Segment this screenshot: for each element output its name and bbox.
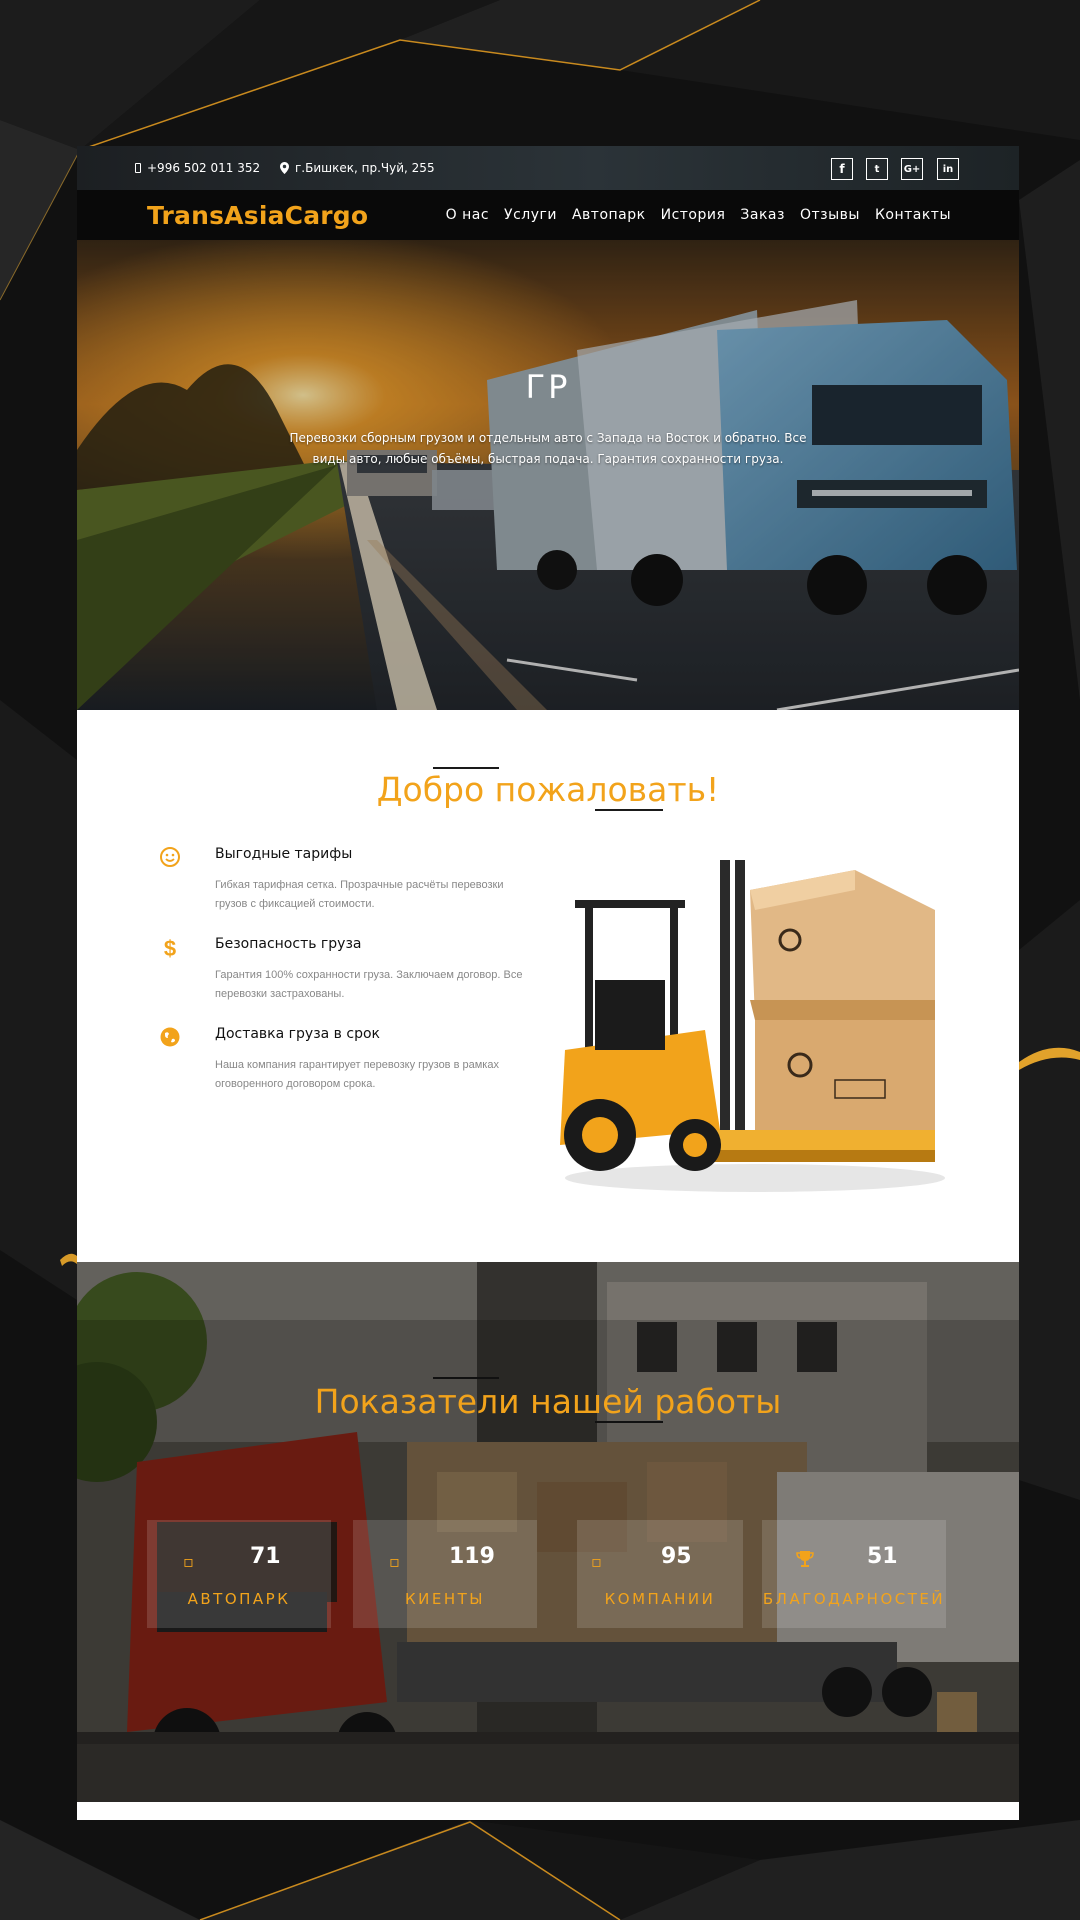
companies-icon: ▫ [591,1552,602,1571]
feature-text: Гибкая тарифная сетка. Прозрачные расчёт… [215,879,504,910]
feature-item: $ Безопасность груза Гарантия 100% сохра… [157,936,527,1016]
hero-title: ГР [525,368,571,406]
clients-icon: ▫ [389,1552,400,1571]
nav-item-order[interactable]: Заказ [740,207,785,223]
title-rule-bottom [595,1421,663,1423]
main-navbar: TransAsiaCargo О нас Услуги Автопарк Ист… [77,190,1019,240]
title-rule-bottom [595,809,663,811]
stat-value: 71 [250,1544,281,1569]
map-marker-icon [280,162,289,174]
feature-item: Доставка груза в срок Наша компания гара… [157,1026,527,1106]
top-bar: +996 502 011 352 г.Бишкек, пр.Чуй, 255 f… [77,146,1019,190]
facebook-icon[interactable]: f [831,158,853,180]
phone-contact[interactable]: +996 502 011 352 [135,146,260,190]
feature-title: Безопасность груза [215,936,362,952]
google-plus-icon[interactable]: G+ [901,158,923,180]
hero-description: Перевозки сборным грузом и отдельным авт… [289,431,807,466]
feature-text: Наша компания гарантирует перевозку груз… [215,1059,499,1090]
hero-trucks-image [77,240,1019,710]
stat-card: ▫ 119 КИЕНТЫ [353,1520,537,1628]
feature-title: Выгодные тарифы [215,846,353,862]
stats-title: Показатели нашей работы [314,1382,782,1421]
stats-section: Показатели нашей работы ▫ 71 АВТОПАРК ▫ … [77,1262,1019,1802]
globe-icon [157,1026,183,1052]
footer-strip [77,1802,1019,1820]
site-logo[interactable]: TransAsiaCargo [147,201,368,230]
address-text: г.Бишкек, пр.Чуй, 255 [295,161,435,175]
stat-card: 51 БЛАГОДАРНОСТЕЙ [762,1520,946,1628]
stat-label: АВТОПАРК [187,1590,291,1608]
stat-card: ▫ 95 КОМПАНИИ [577,1520,743,1628]
nav-item-services[interactable]: Услуги [504,207,557,223]
address-contact: г.Бишкек, пр.Чуй, 255 [280,146,435,190]
feature-item: Выгодные тарифы Гибкая тарифная сетка. П… [157,846,527,926]
stat-label: БЛАГОДАРНОСТЕЙ [762,1590,946,1608]
stat-value: 95 [661,1544,692,1569]
nav-item-contacts[interactable]: Контакты [875,207,951,223]
nav-item-reviews[interactable]: Отзывы [800,207,860,223]
welcome-section: Добро пожаловать! Выгодные тарифы Гибкая… [77,710,1019,1262]
dollar-icon: $ [163,936,177,961]
website-page: +996 502 011 352 г.Бишкек, пр.Чуй, 255 f… [77,146,1019,1820]
stat-card: ▫ 71 АВТОПАРК [147,1520,331,1628]
feature-title: Доставка груза в срок [215,1026,380,1042]
twitter-icon[interactable]: t [866,158,888,180]
trophy-icon [796,1551,814,1567]
main-menu: О нас Услуги Автопарк История Заказ Отзы… [446,190,951,240]
feature-text: Гарантия 100% сохранности груза. Заключа… [215,969,523,1000]
stat-value: 119 [449,1544,495,1569]
stat-value: 51 [867,1544,898,1569]
nav-item-about[interactable]: О нас [446,207,489,223]
stat-label: КОМПАНИИ [604,1590,716,1608]
phone-icon [135,163,141,173]
phone-number: +996 502 011 352 [147,161,261,175]
nav-item-history[interactable]: История [661,207,726,223]
welcome-title: Добро пожаловать! [376,770,720,809]
fleet-icon: ▫ [183,1552,194,1571]
linkedin-icon[interactable]: in [937,158,959,180]
forklift-image [560,860,945,1192]
hero-banner: ГР Перевозки сборным грузом и отдельным … [77,240,1019,710]
smile-icon [157,846,183,872]
stat-label: КИЕНТЫ [404,1590,486,1608]
nav-item-fleet[interactable]: Автопарк [572,207,646,223]
title-rule-top [433,1377,499,1379]
